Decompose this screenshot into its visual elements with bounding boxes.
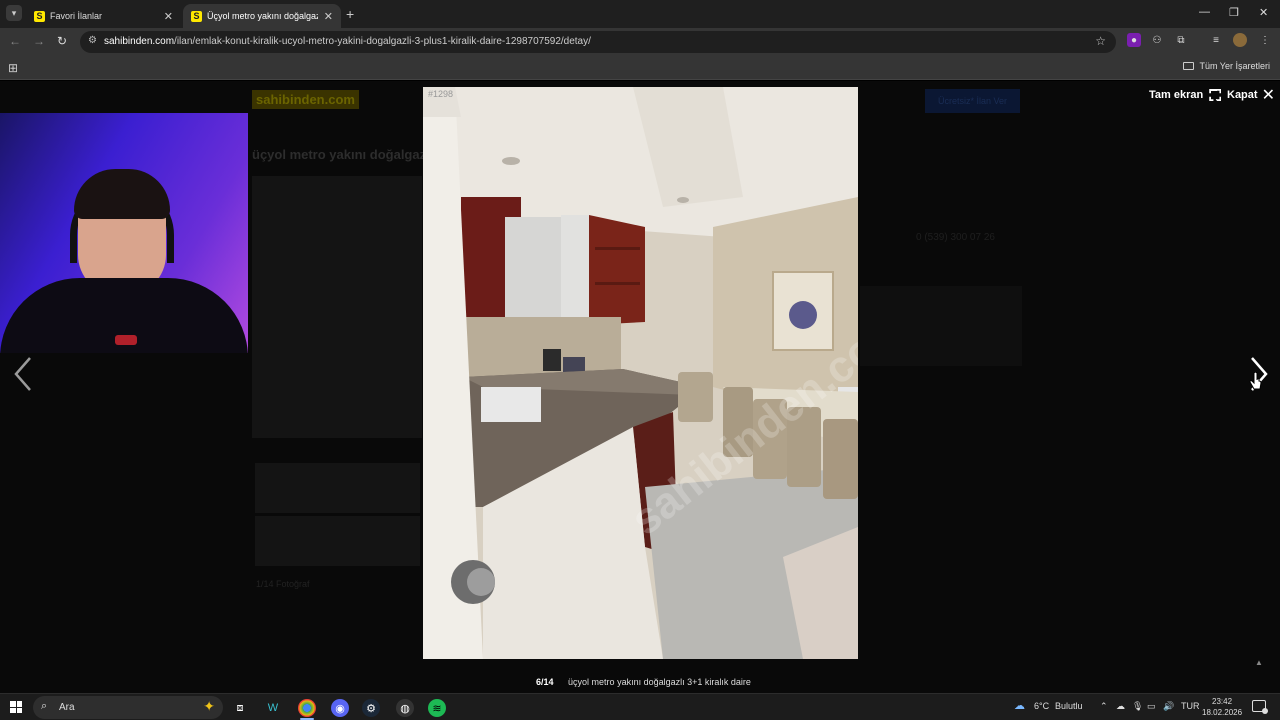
tab-listing-detail[interactable]: S Üçyol metro yakını doğalgazlı 3 ✕ (183, 4, 341, 28)
spotify-icon[interactable]: ≋ (428, 699, 446, 717)
site-info-icon[interactable]: ⚙ (88, 35, 97, 46)
chevron-up-icon[interactable]: ⌃ (1100, 701, 1108, 712)
hand-cursor-icon (1249, 372, 1262, 390)
search-label: Ara (59, 702, 75, 713)
gallery-caption: 6/14 üçyol metro yakını doğalgazlı 3+1 k… (536, 677, 751, 687)
discord-icon[interactable]: ◉ (331, 699, 349, 717)
minimize-icon[interactable]: — (1199, 6, 1210, 18)
close-gallery-button[interactable]: Kapat ✕ (1227, 86, 1275, 104)
url-text[interactable]: sahibinden.com/ilan/emlak-konut-kiralik-… (104, 36, 591, 47)
reload-icon[interactable]: ↻ (57, 34, 67, 48)
volume-icon[interactable]: 🔊 (1163, 701, 1174, 712)
close-icon[interactable]: ✕ (324, 10, 333, 23)
copilot-icon: ✦ (203, 698, 215, 714)
close-window-icon[interactable]: ✕ (1259, 6, 1268, 19)
tab-search-icon[interactable]: ≡ (1209, 33, 1223, 47)
sahibinden-favicon: S (191, 10, 202, 22)
webcam-overlay (0, 113, 248, 353)
extensions-icon[interactable]: ⧉ (1174, 33, 1188, 47)
extension-icon[interactable]: ⚇ (1150, 33, 1164, 47)
thumbnail-strip (255, 516, 420, 566)
maximize-icon[interactable]: ❐ (1229, 6, 1239, 19)
windows-taskbar: ⌕ Ara ✦ ⧈ W ◉ ⚙ ◍ ≋ ☁ 6°C Bulutlu ⌃ ☁ 🎙 … (0, 693, 1280, 720)
scroll-top-icon[interactable]: ▲ (1255, 658, 1263, 667)
star-icon[interactable]: ☆ (1095, 34, 1106, 48)
language-indicator[interactable]: TUR (1181, 701, 1200, 711)
kitchen-photo: sahibinden.com (423, 87, 858, 659)
tray-app-icon[interactable]: ☁ (1116, 701, 1125, 712)
microphone-icon[interactable]: 🎙 (1132, 701, 1143, 712)
app-icon[interactable]: W (264, 699, 282, 717)
all-bookmarks[interactable]: Tüm Yer İşaretleri (1183, 61, 1270, 71)
clock-date: 18.02.2026 (1202, 708, 1243, 717)
weather-desc[interactable]: Bulutlu (1055, 701, 1083, 711)
steam-icon[interactable]: ⚙ (362, 699, 380, 717)
phone-number: 0 (539) 300 07 26 (916, 232, 995, 243)
search-icon: ⌕ (41, 700, 48, 712)
close-icon: ✕ (1261, 86, 1275, 104)
network-icon[interactable]: ▭ (1147, 701, 1156, 712)
main-photo-bg (252, 176, 422, 438)
tab-title: Üçyol metro yakını doğalgazlı 3 (207, 11, 318, 21)
apps-icon[interactable]: ⊞ (8, 61, 18, 75)
omnibox[interactable]: ⚙ sahibinden.com/ilan/emlak-konut-kirali… (80, 31, 1116, 53)
thumbnail-strip (255, 463, 420, 513)
post-ad-button: Ücretsiz* İlan Ver (925, 89, 1020, 113)
fullscreen-icon (1209, 89, 1222, 101)
tab-favori-ilanlar[interactable]: S Favori İlanlar ✕ (26, 4, 181, 28)
menu-icon[interactable]: ⋮ (1258, 33, 1272, 47)
forward-icon[interactable]: → (33, 34, 45, 48)
listing-title: üçyol metro yakını doğalgazlı (252, 147, 434, 162)
ad-number: #1298 (428, 89, 454, 99)
back-icon[interactable]: ← (9, 34, 21, 48)
info-box (860, 286, 1022, 366)
fullscreen-button[interactable]: Tam ekran (1149, 89, 1222, 101)
clock-time: 23:42 (1212, 697, 1233, 706)
site-logo: sahibinden.com (252, 90, 359, 109)
fullscreen-label: Tam ekran (1149, 89, 1204, 101)
new-tab-icon[interactable]: + (346, 6, 354, 22)
weather-temp[interactable]: 6°C (1034, 701, 1049, 711)
close-label: Kapat (1227, 89, 1258, 101)
taskbar-search[interactable]: ⌕ Ara ✦ (33, 696, 223, 719)
weather-icon[interactable]: ☁ (1014, 699, 1025, 712)
chrome-icon[interactable] (298, 699, 316, 717)
gallery-photo[interactable]: #1298 sahibinden.com (423, 87, 858, 659)
bookmark-bar: ⊞ Tüm Yer İşaretleri (0, 55, 1280, 80)
tab-list-icon[interactable]: ▾ (6, 5, 22, 21)
tab-title: Favori İlanlar (50, 11, 103, 21)
clock[interactable]: 23:42 18.02.2026 (1202, 696, 1242, 718)
browser-tab-bar: ▾ S Favori İlanlar ✕ S Üçyol metro yakın… (0, 0, 1280, 28)
photo-caption-text: üçyol metro yakını doğalgazlı 3+1 kiralı… (568, 677, 751, 687)
task-view-icon[interactable]: ⧈ (231, 699, 249, 717)
sahibinden-favicon: S (34, 10, 45, 22)
photo-counter: 6/14 (536, 677, 554, 687)
profile-avatar[interactable] (1233, 33, 1247, 47)
photo-count: 1/14 Fotoğraf (256, 579, 310, 589)
windows-icon[interactable] (10, 701, 22, 713)
extension-icon[interactable]: ● (1127, 33, 1141, 47)
notification-badge (1262, 708, 1268, 714)
close-icon[interactable]: ✕ (164, 10, 173, 23)
app-icon[interactable]: ◍ (396, 699, 414, 717)
previous-photo-button[interactable] (12, 356, 36, 392)
folder-icon (1183, 62, 1195, 70)
chevron-left-icon (14, 357, 31, 391)
address-toolbar: ← → ↻ ⚙ sahibinden.com/ilan/emlak-konut-… (0, 28, 1280, 55)
